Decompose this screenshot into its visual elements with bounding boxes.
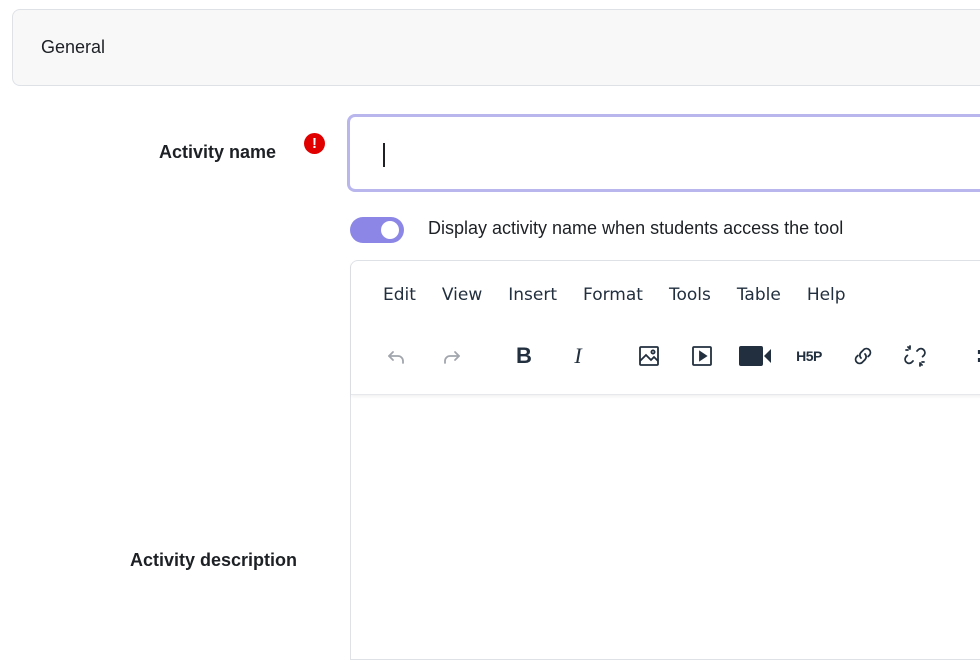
- video-record-icon[interactable]: [735, 341, 775, 371]
- menu-format[interactable]: Format: [583, 285, 643, 305]
- text-caret: [383, 143, 385, 167]
- display-name-toggle[interactable]: [350, 217, 404, 243]
- italic-icon[interactable]: I: [563, 341, 593, 371]
- image-icon[interactable]: [633, 341, 665, 371]
- description-editor[interactable]: Edit View Insert Format Tools Table Help…: [350, 260, 980, 660]
- activity-name-label: Activity name: [159, 142, 277, 162]
- toggle-knob: [381, 221, 399, 239]
- menu-help[interactable]: Help: [807, 285, 846, 305]
- h5p-icon[interactable]: H5P: [789, 341, 829, 371]
- menu-insert[interactable]: Insert: [508, 285, 557, 305]
- display-name-toggle-label: Display activity name when students acce…: [428, 218, 844, 238]
- undo-icon[interactable]: [381, 341, 411, 371]
- editor-toolbar: Edit View Insert Format Tools Table Help…: [351, 261, 980, 395]
- editor-menubar: Edit View Insert Format Tools Table Help: [383, 285, 872, 305]
- bold-icon[interactable]: B: [509, 341, 539, 371]
- section-header-general[interactable]: General: [12, 9, 980, 86]
- redo-icon[interactable]: [437, 341, 467, 371]
- menu-view[interactable]: View: [442, 285, 482, 305]
- required-icon: !: [304, 133, 325, 154]
- unlink-icon[interactable]: [899, 341, 931, 371]
- menu-table[interactable]: Table: [737, 285, 781, 305]
- menu-edit[interactable]: Edit: [383, 285, 416, 305]
- media-icon[interactable]: [686, 341, 718, 371]
- link-icon[interactable]: [847, 341, 879, 371]
- menu-tools[interactable]: Tools: [669, 285, 711, 305]
- activity-name-input[interactable]: [347, 114, 980, 192]
- fullscreen-icon[interactable]: [973, 341, 980, 371]
- section-title: General: [41, 37, 106, 57]
- activity-description-label: Activity description: [130, 550, 298, 570]
